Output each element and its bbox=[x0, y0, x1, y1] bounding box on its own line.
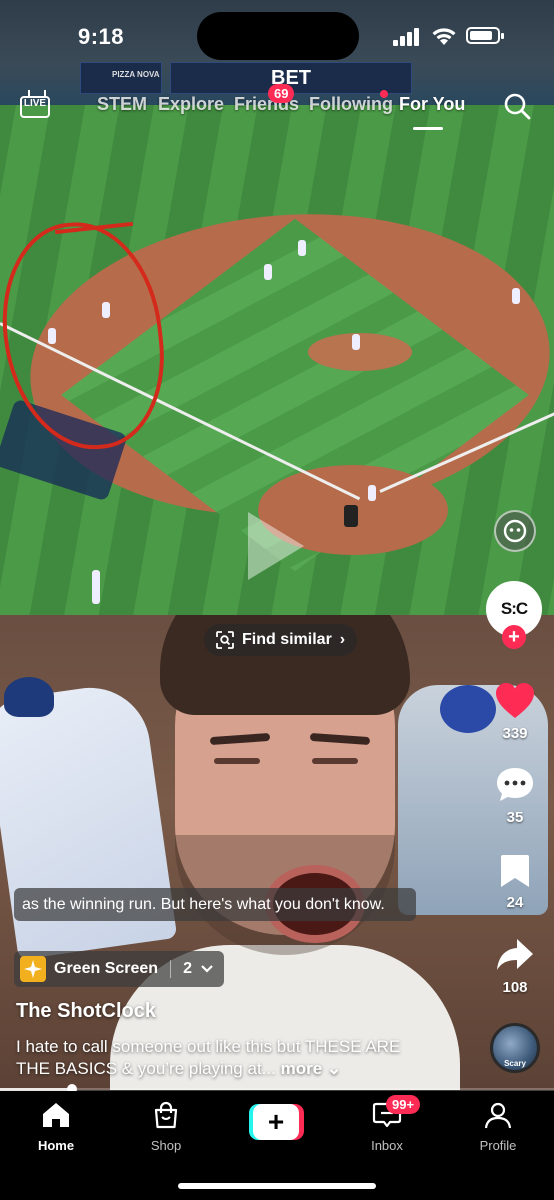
active-tab-indicator bbox=[413, 127, 443, 130]
nav-shop-label: Shop bbox=[150, 1138, 182, 1153]
effect-name: Green Screen bbox=[54, 960, 159, 977]
presenter-eye bbox=[312, 758, 358, 764]
like-count: 339 bbox=[502, 725, 528, 742]
batter bbox=[368, 485, 376, 501]
wifi-icon bbox=[432, 28, 456, 45]
plus-icon: + bbox=[253, 1104, 299, 1140]
more-button[interactable]: more ⌄ bbox=[281, 1059, 342, 1078]
chevron-down-icon bbox=[201, 965, 213, 973]
profile-icon bbox=[484, 1102, 512, 1129]
sparkle-icon bbox=[24, 960, 42, 978]
create-button[interactable]: + bbox=[249, 1104, 304, 1140]
pizza-banner-text: PIZZA NOVA bbox=[112, 70, 160, 79]
share-arrow-icon bbox=[497, 939, 533, 970]
effect-separator bbox=[170, 960, 172, 978]
nav-profile-label: Profile bbox=[479, 1138, 517, 1153]
status-time: 9:18 bbox=[78, 24, 125, 49]
video-description[interactable]: I hate to call someone out like this but… bbox=[16, 1036, 426, 1080]
nav-profile[interactable]: Profile bbox=[458, 1101, 538, 1153]
umpire bbox=[344, 505, 358, 527]
find-similar-button[interactable]: Find similar › bbox=[204, 624, 358, 656]
friends-badge: 69 bbox=[268, 84, 295, 103]
chevron-right-icon: › bbox=[339, 631, 346, 648]
cellular-signal-icon bbox=[393, 28, 419, 46]
home-indicator bbox=[178, 1183, 376, 1189]
effect-chip[interactable]: Green Screen 2 bbox=[14, 951, 224, 987]
tab-following[interactable]: Following bbox=[309, 94, 393, 115]
presenter-eye bbox=[214, 758, 260, 764]
find-similar-label: Find similar bbox=[242, 631, 332, 648]
tab-explore[interactable]: Explore bbox=[158, 94, 224, 115]
battery-icon bbox=[466, 27, 504, 44]
presenter bbox=[110, 615, 460, 1090]
home-icon bbox=[43, 1103, 69, 1127]
sound-label: Scary bbox=[504, 1059, 526, 1068]
pitcher bbox=[352, 334, 360, 350]
player-helmet bbox=[4, 677, 54, 717]
more-label: more bbox=[280, 1059, 323, 1078]
follow-button[interactable]: + bbox=[502, 625, 526, 649]
description-text: I hate to call someone out like this but… bbox=[16, 1037, 401, 1078]
nav-home[interactable]: Home bbox=[16, 1101, 96, 1153]
comment-icon bbox=[497, 768, 533, 801]
battery-level bbox=[470, 31, 492, 40]
chevron-down-icon: ⌄ bbox=[322, 1059, 342, 1078]
green-screen-effect-icon bbox=[20, 956, 46, 982]
fielder bbox=[298, 240, 306, 256]
tab-stem[interactable]: STEM bbox=[97, 94, 147, 115]
visual-search-icon bbox=[216, 631, 234, 649]
creator-avatar-logo: S:C bbox=[500, 599, 528, 618]
comment-count: 35 bbox=[506, 809, 524, 826]
fielder bbox=[512, 288, 520, 304]
inbox-badge: 99+ bbox=[386, 1095, 421, 1114]
nav-inbox-label: Inbox bbox=[371, 1138, 403, 1153]
shopping-bag-icon bbox=[154, 1101, 178, 1129]
dynamic-island bbox=[197, 12, 359, 60]
catcher-helmet bbox=[440, 685, 496, 733]
pitchers-mound bbox=[308, 333, 412, 371]
video-caption: as the winning run. But here's what you … bbox=[14, 888, 416, 921]
comment-button[interactable]: 35 bbox=[490, 766, 540, 826]
following-new-dot bbox=[380, 90, 388, 98]
effect-count: 2 bbox=[183, 960, 192, 977]
like-button[interactable]: 339 bbox=[490, 682, 540, 742]
sound-disc[interactable]: Scary bbox=[490, 1023, 540, 1073]
video-player[interactable]: BET PIZZA NOVA bbox=[0, 0, 554, 1090]
nav-home-label: Home bbox=[37, 1138, 75, 1153]
heart-icon bbox=[496, 683, 534, 718]
tab-for-you[interactable]: For You bbox=[399, 94, 465, 115]
tiktok-for-you-screen: BET PIZZA NOVA 9:18 LIVE STEM Explore Fr… bbox=[0, 0, 554, 1200]
save-button[interactable]: 24 bbox=[490, 853, 540, 911]
coach bbox=[92, 570, 100, 604]
bookmark-icon bbox=[501, 855, 529, 887]
ai-face-button[interactable] bbox=[494, 510, 536, 552]
smiley-icon bbox=[503, 519, 527, 543]
creator-name[interactable]: The ShotClock bbox=[16, 1000, 156, 1023]
search-icon[interactable] bbox=[503, 92, 531, 120]
nav-shop[interactable]: Shop bbox=[126, 1101, 206, 1153]
save-count: 24 bbox=[506, 894, 524, 911]
fielder bbox=[264, 264, 272, 280]
share-button[interactable]: 108 bbox=[490, 936, 540, 996]
share-count: 108 bbox=[502, 979, 528, 996]
play-icon[interactable] bbox=[248, 512, 304, 580]
